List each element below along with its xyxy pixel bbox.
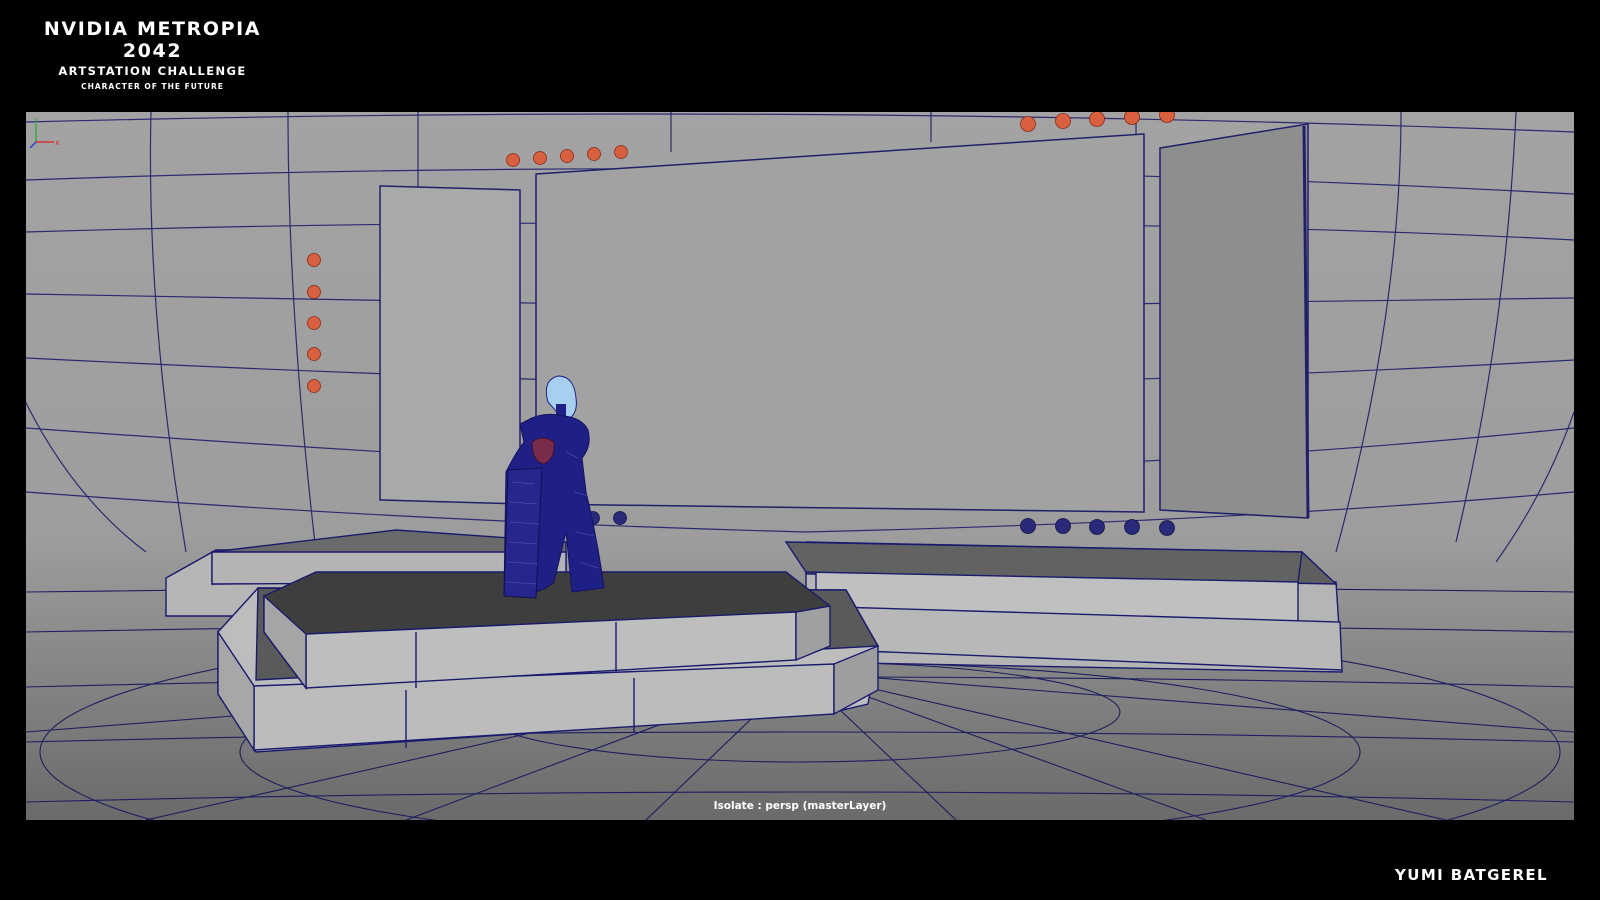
artist-name: YUMI BATGEREL xyxy=(1395,866,1548,884)
viewport-panel[interactable]: y x Isolate : persp (masterLayer) xyxy=(26,112,1574,820)
title-block: NVIDIA METROPIA 2042 ARTSTATION CHALLENG… xyxy=(30,18,275,92)
left-panel xyxy=(379,185,521,505)
challenge-subtitle: ARTSTATION CHALLENGE xyxy=(58,64,247,78)
scene-wireframe xyxy=(26,112,1574,820)
spotlights-floor xyxy=(586,511,1175,536)
viewport-label: Isolate : persp (masterLayer) xyxy=(713,800,887,812)
right-panel xyxy=(1159,123,1309,519)
challenge-title: NVIDIA METROPIA 2042 xyxy=(43,18,262,62)
axis-y-label: y xyxy=(34,115,39,124)
axis-gizmo-icon: y x xyxy=(29,115,60,149)
axis-x-label: x xyxy=(55,138,60,147)
challenge-tagline: CHARACTER OF THE FUTURE xyxy=(81,82,224,91)
stage-platforms xyxy=(165,529,1343,753)
center-screen xyxy=(535,133,1145,513)
